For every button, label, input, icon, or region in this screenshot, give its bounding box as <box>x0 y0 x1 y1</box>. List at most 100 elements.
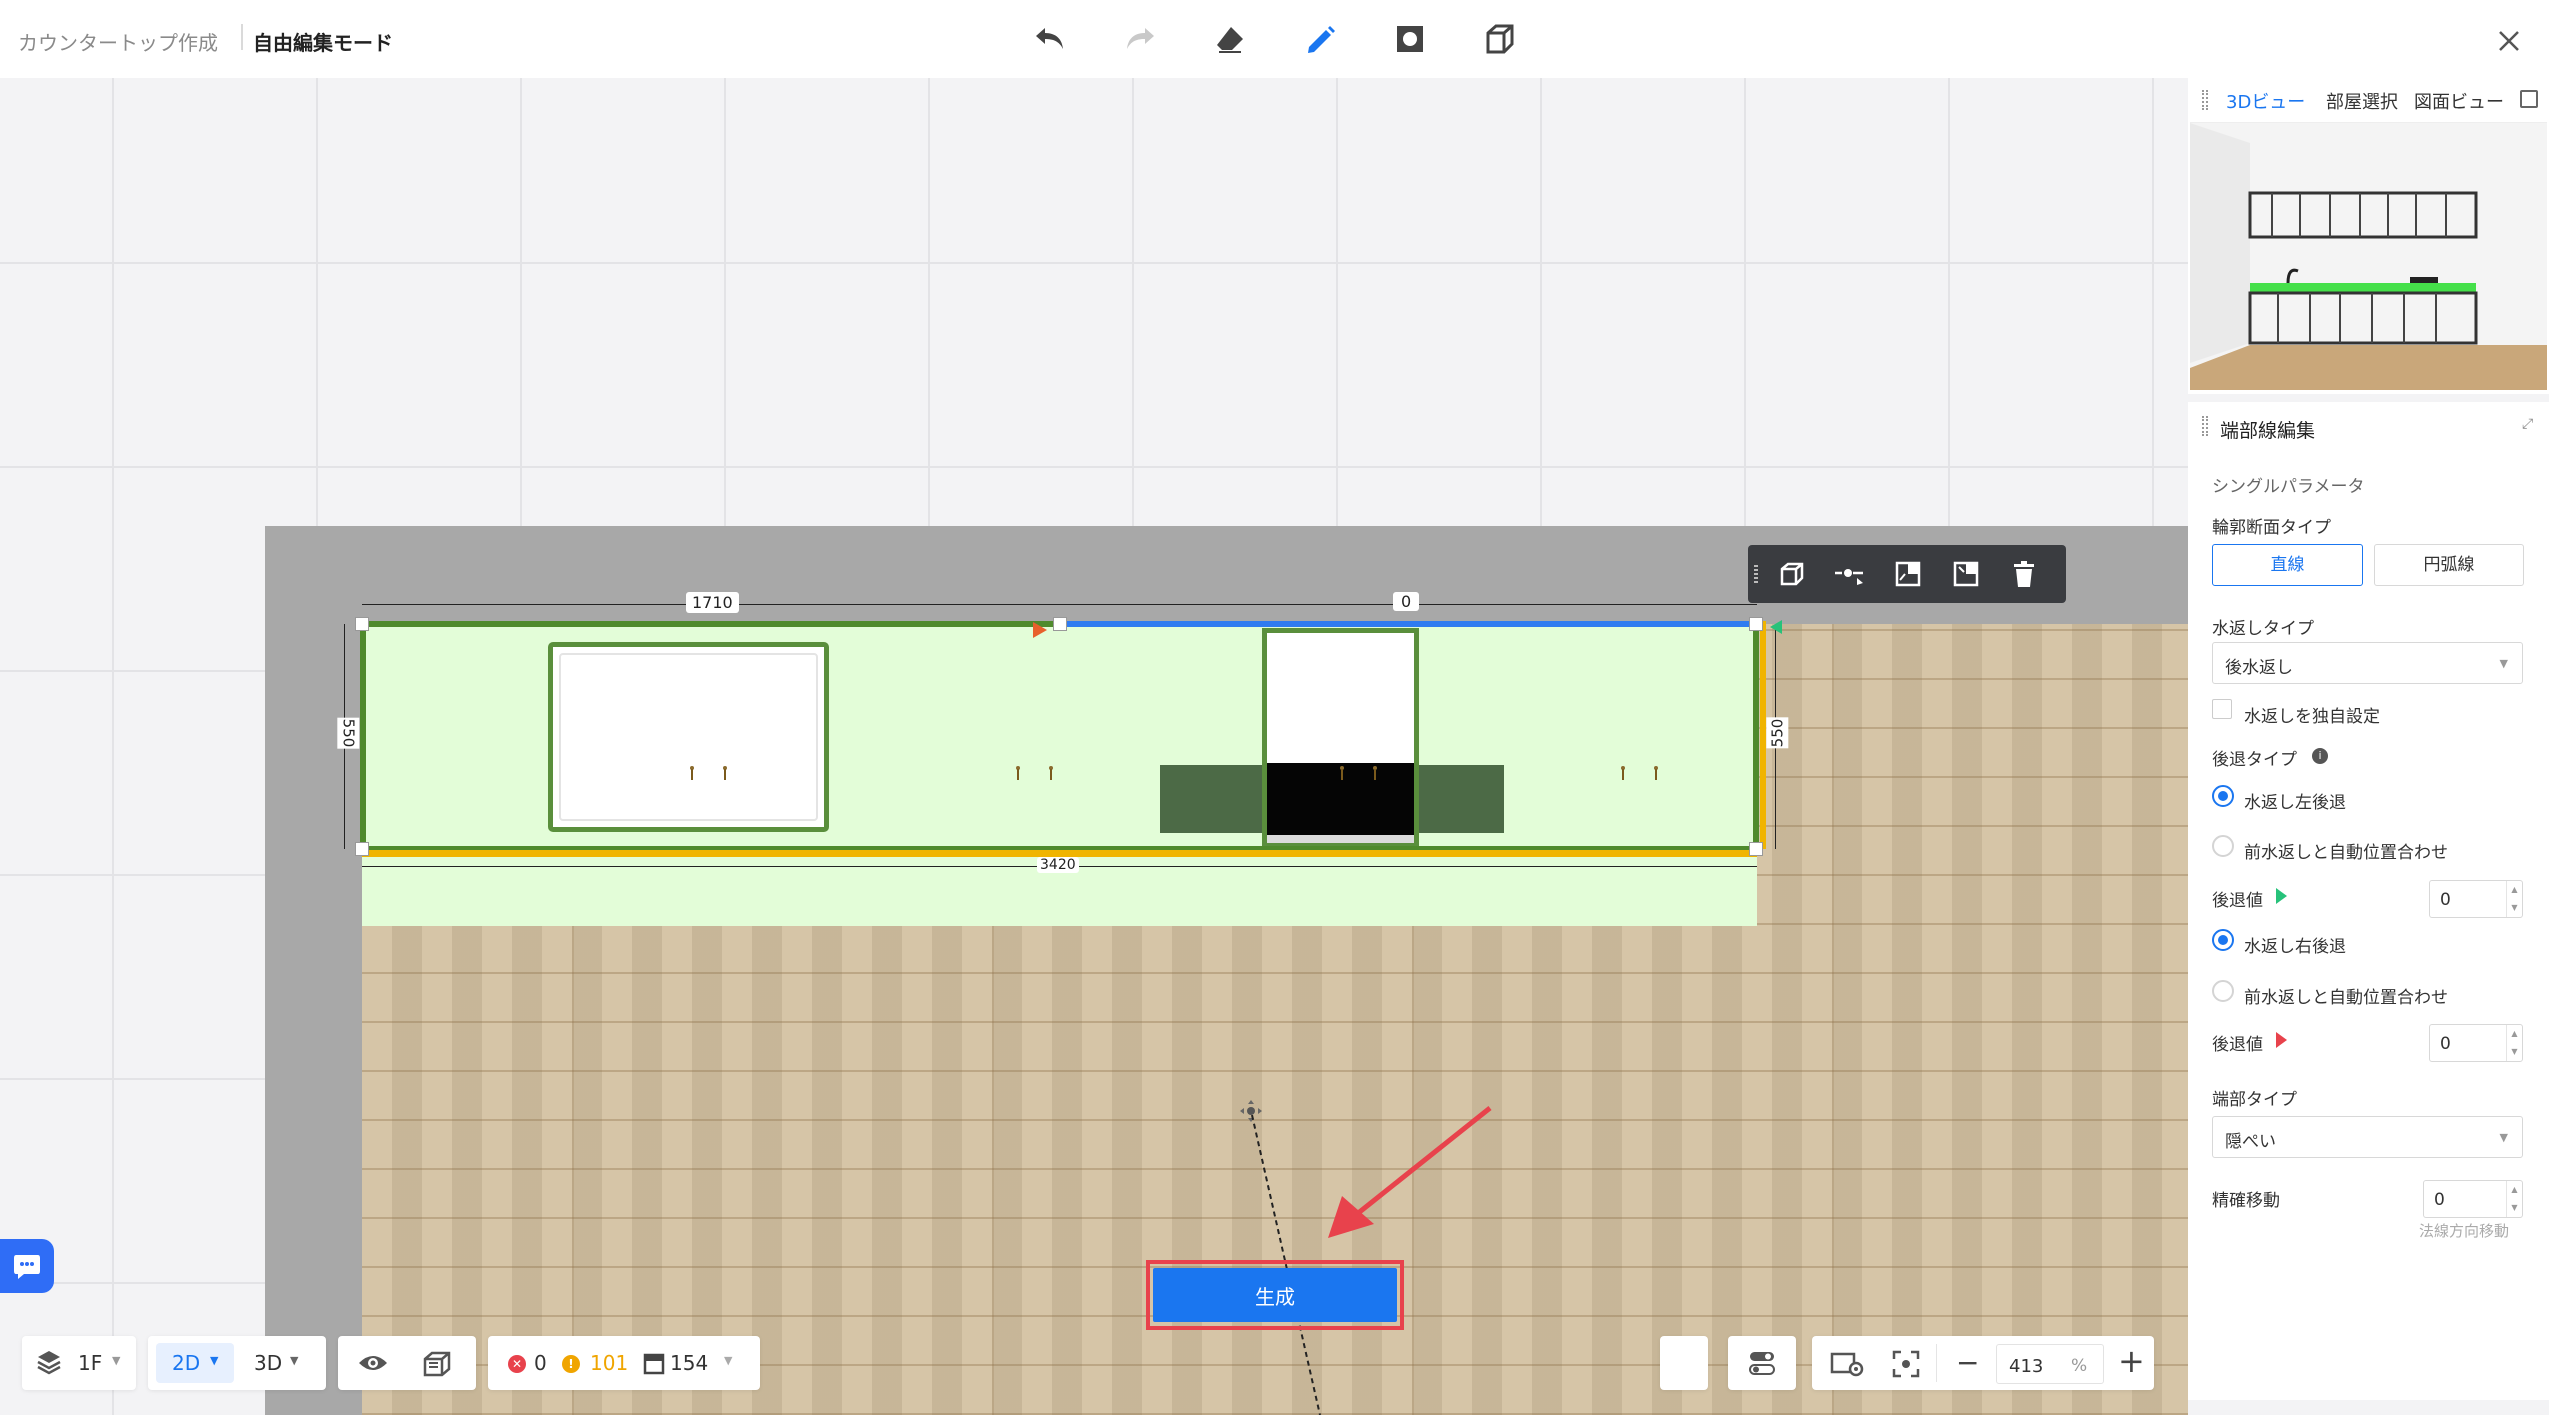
precise-move-label: 精確移動 <box>2212 1191 2280 1211</box>
zoom-input[interactable]: 413 % <box>1996 1344 2104 1384</box>
corner-handle[interactable] <box>1053 617 1067 631</box>
tab-3d-view[interactable]: 3Dビュー <box>2226 88 2305 114</box>
toggle-icon <box>1748 1350 1776 1380</box>
check-status[interactable]: ✕ 0 ! 101 154 ▼ <box>488 1336 760 1390</box>
independent-checkbox[interactable] <box>2212 699 2232 719</box>
green-arrow-icon <box>2276 888 2287 904</box>
dimension-label[interactable]: 3420 <box>1037 857 1079 873</box>
setback-green-arrow-icon <box>1770 620 1782 634</box>
expand-icon[interactable]: ⤢ <box>2522 416 2533 432</box>
generate-button[interactable]: 生成 <box>1153 1268 1397 1322</box>
blank-tool-button[interactable] <box>1660 1336 1708 1390</box>
replace-edge-icon[interactable] <box>1888 554 1928 594</box>
eye-icon[interactable] <box>358 1351 388 1379</box>
setback-red-arrow-icon <box>1033 622 1047 638</box>
fixture-marker <box>1015 766 1021 780</box>
warning-count: 101 <box>590 1351 629 1375</box>
setback-value-label-1: 後退値 <box>2212 891 2263 911</box>
chevron-down-icon: ▼ <box>724 1354 733 1367</box>
floor-selector[interactable]: 1F ▼ <box>22 1336 136 1390</box>
3d-preview-render[interactable] <box>2190 122 2547 390</box>
extrude-icon[interactable] <box>1772 554 1812 594</box>
view-3d-button[interactable]: 3D ▼ <box>244 1343 318 1383</box>
breadcrumb-parent[interactable]: カウンタートップ作成 <box>18 27 218 56</box>
corner-handle[interactable] <box>1749 842 1763 856</box>
zoom-unit: % <box>2071 1356 2088 1376</box>
error-count: 0 <box>534 1351 547 1375</box>
section-title: シングルパラメータ <box>2212 477 2365 497</box>
cooktop-cabinet[interactable] <box>1262 628 1419 848</box>
page-title: 自由編集モード <box>253 31 393 55</box>
corner-handle[interactable] <box>355 617 369 631</box>
top-bar: カウンタートップ作成 自由編集モード <box>0 0 2549 78</box>
material-icon[interactable] <box>422 1349 452 1381</box>
setback-value-label-2: 後退値 <box>2212 1035 2263 1055</box>
tab-plan-view[interactable]: 図面ビュー <box>2414 88 2504 114</box>
redo-icon[interactable] <box>1118 17 1162 61</box>
setback-value-input-1[interactable]: 0 ▲ ▼ <box>2429 880 2523 918</box>
pencil-icon[interactable] <box>1298 17 1342 61</box>
fixture-marker <box>1339 766 1345 780</box>
fixture-marker <box>689 766 695 780</box>
popout-icon[interactable] <box>2520 90 2538 108</box>
align-corner-icon[interactable] <box>1946 554 1986 594</box>
edge-left[interactable] <box>360 621 366 849</box>
chevron-down-icon: ▼ <box>290 1354 299 1367</box>
box-icon[interactable] <box>1478 17 1522 61</box>
stepper-icon[interactable]: ▲ ▼ <box>2506 1181 2522 1217</box>
precise-move-value: 0 <box>2434 1190 2445 1210</box>
left-setback-radio[interactable] <box>2212 785 2234 807</box>
edge-top-right-selected[interactable] <box>1060 621 1757 627</box>
right-setback-radio[interactable] <box>2212 929 2234 951</box>
undo-icon[interactable] <box>1028 17 1072 61</box>
sink-cabinet[interactable] <box>548 642 829 832</box>
edge-top-left[interactable] <box>362 621 1062 627</box>
fixture-marker <box>1653 766 1659 780</box>
zoom-out-icon[interactable]: − <box>1956 1346 1979 1379</box>
drag-handle-icon[interactable] <box>1754 565 1758 583</box>
drag-handle-icon[interactable] <box>2202 416 2208 436</box>
tab-room-select[interactable]: 部屋選択 <box>2326 88 2398 114</box>
stepper-icon[interactable]: ▲ ▼ <box>2506 1025 2522 1061</box>
dimension-label[interactable]: 1710 <box>686 592 739 613</box>
delete-icon[interactable] <box>2004 554 2044 594</box>
profile-arc-button[interactable]: 円弧線 <box>2374 544 2524 586</box>
dimension-line-top <box>362 604 1757 605</box>
view-2d-button[interactable]: 2D ▼ <box>156 1343 234 1383</box>
zoom-in-icon[interactable]: + <box>2118 1342 2145 1380</box>
edge-front-yellow <box>362 850 1757 857</box>
view-settings-icon[interactable] <box>1830 1349 1864 1381</box>
profile-straight-button[interactable]: 直線 <box>2212 544 2363 586</box>
stepper-icon[interactable]: ▲ ▼ <box>2506 881 2522 917</box>
dimension-label[interactable]: 550 <box>1766 717 1789 749</box>
view-2d-label: 2D <box>172 1351 201 1375</box>
edge-right[interactable] <box>1753 621 1759 849</box>
dimension-label[interactable]: 0 <box>1393 592 1420 611</box>
dimension-label[interactable]: 550 <box>337 717 360 749</box>
fit-view-icon[interactable] <box>1892 1350 1920 1382</box>
preview-panel: 3Dビュー 部屋選択 図面ビュー <box>2188 78 2549 394</box>
chevron-down-icon: ▼ <box>210 1354 219 1367</box>
corner-handle[interactable] <box>1749 617 1763 631</box>
auto-align-radio-2[interactable] <box>2212 980 2234 1002</box>
corner-handle[interactable] <box>355 842 369 856</box>
info-icon[interactable]: i <box>2312 748 2328 764</box>
chat-icon[interactable] <box>0 1239 54 1293</box>
settings-toggle[interactable] <box>1728 1336 1796 1390</box>
setback-value-input-2[interactable]: 0 ▲ ▼ <box>2429 1024 2523 1062</box>
auto-align-radio-1[interactable] <box>2212 835 2234 857</box>
backsplash-type-select[interactable]: 後水返し ▼ <box>2212 642 2523 684</box>
backsplash-type-label: 水返しタイプ <box>2212 619 2314 639</box>
end-type-select[interactable]: 隠ぺい ▼ <box>2212 1116 2523 1158</box>
precise-move-input[interactable]: 0 ▲ ▼ <box>2423 1180 2523 1218</box>
floor-label: 1F <box>78 1351 103 1375</box>
close-icon[interactable] <box>2488 20 2530 62</box>
drag-handle-icon[interactable] <box>2202 90 2208 110</box>
split-point-icon[interactable] <box>1830 554 1870 594</box>
end-type-value: 隠ぺい <box>2225 1132 2276 1152</box>
square-icon[interactable] <box>1388 17 1432 61</box>
properties-panel: 端部線編集 ⤢ シングルパラメータ 輪郭断面タイプ 直線 円弧線 水返しタイプ … <box>2188 402 2549 1400</box>
right-setback-label: 水返し右後退 <box>2244 937 2346 957</box>
eraser-icon[interactable] <box>1208 17 1252 61</box>
view-3d-label: 3D <box>254 1351 283 1375</box>
